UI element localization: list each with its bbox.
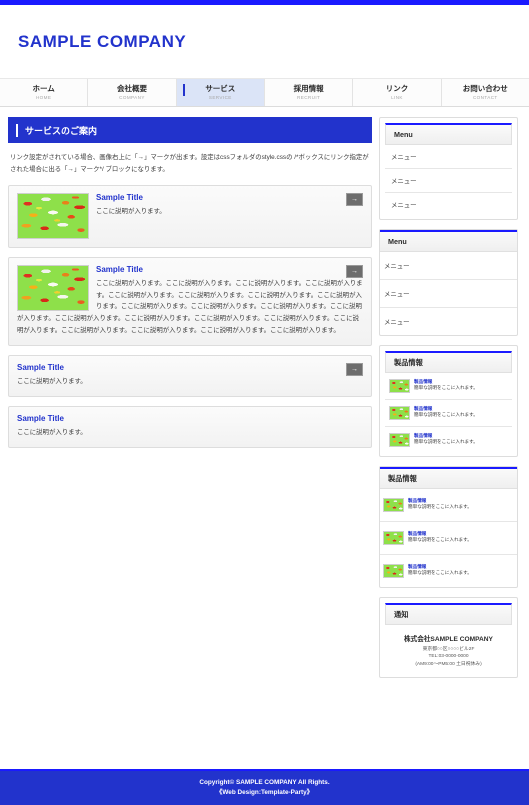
product-description: 簡単な説明をここに入れます。 [414, 384, 478, 390]
nav-item-home[interactable]: ホーム HOME [0, 79, 89, 106]
company-address: 東京都○○区○○○○ビル2F [422, 647, 475, 652]
sidebar-heading: 製品情報 [385, 351, 512, 373]
product-body: 製品情報 簡単な説明をここに入れます。 [414, 406, 508, 418]
product-body: 製品情報 簡単な説明をここに入れます。 [408, 498, 514, 510]
product-description: 簡単な説明をここに入れます。 [414, 411, 478, 417]
product-thumbnail-image [383, 564, 404, 578]
sidebar-menu-item[interactable]: メニュー [380, 280, 517, 308]
company-info: 株式会社SAMPLE COMPANY 東京都○○区○○○○ビル2F TEL:03… [385, 625, 512, 674]
main-column: サービスのご案内 リンク設定がされている場合、画像右上に「→」マークが出ます。設… [8, 117, 372, 457]
product-body: 製品情報 簡単な説明をここに入れます。 [408, 564, 514, 576]
nav-label-ja: ホーム [32, 84, 55, 94]
product-thumbnail-image [383, 531, 404, 545]
site-title[interactable]: SAMPLE COMPANY [18, 32, 186, 52]
nav-label-en: SERVICE [208, 94, 232, 100]
content-thumbnail-image [17, 264, 89, 311]
sidebar-product-box-1: 製品情報 製品情報 簡単な説明をここに入れます。 製品情報 簡単な説明をここに入… [379, 345, 518, 457]
product-list-item[interactable]: 製品情報 簡単な説明をここに入れます。 [380, 555, 517, 587]
product-body: 製品情報 簡単な説明をここに入れます。 [414, 379, 508, 391]
content-thumbnail-image [17, 192, 89, 239]
heading-accent-bar [16, 123, 18, 137]
webdesign-credit[interactable]: 《Web Design:Template-Party》 [216, 788, 313, 798]
nav-label-en: LINK [391, 94, 403, 100]
product-list-item[interactable]: 製品情報 簡単な説明をここに入れます。 [385, 427, 512, 453]
site-footer: Copyright© SAMPLE COMPANY All Rights. 《W… [0, 769, 529, 805]
product-body: 製品情報 簡単な説明をここに入れます。 [408, 531, 514, 543]
intro-paragraph: リンク設定がされている場合、画像右上に「→」マークが出ます。設定はcssフォルダ… [10, 154, 369, 173]
arrow-right-icon[interactable]: → [346, 362, 363, 376]
product-thumbnail-image [389, 379, 410, 393]
product-description: 簡単な説明をここに入れます。 [414, 438, 478, 444]
sidebar-heading: Menu [380, 230, 517, 252]
product-thumbnail-image [383, 498, 404, 512]
nav-item-contact[interactable]: お問い合わせ CONTACT [441, 79, 529, 106]
product-description: 簡単な説明をここに入れます。 [408, 536, 472, 542]
sidebar-menu-box-1: Menu メニュー メニュー メニュー [379, 117, 518, 220]
content-box[interactable]: → Sample Title ここに説明が入ります。ここに説明が入ります。ここに… [8, 256, 372, 346]
nav-label-en: CONTACT [472, 94, 498, 100]
nav-label-ja: 会社概要 [116, 84, 147, 94]
nav-label-ja: 採用情報 [293, 84, 324, 94]
nav-item-service[interactable]: サービス SERVICE [176, 79, 265, 106]
nav-item-company[interactable]: 会社概要 COMPANY [88, 79, 177, 106]
nav-label-en: COMPANY [119, 94, 145, 100]
nav-item-recruit[interactable]: 採用情報 RECRUIT [264, 79, 354, 106]
content-box[interactable]: → Sample Title ここに説明が入ります。 [8, 354, 372, 397]
company-hours: (AM9:00～PM5:00 土日祝休み) [415, 661, 482, 667]
product-list-item[interactable]: 製品情報 簡単な説明をここに入れます。 [380, 522, 517, 555]
nav-label-en: RECRUIT [297, 94, 321, 100]
product-description: 簡単な説明をここに入れます。 [408, 503, 472, 509]
sidebar-notice-box: 通知 株式会社SAMPLE COMPANY 東京都○○区○○○○ビル2F TEL… [379, 597, 518, 679]
sidebar-heading: 通知 [385, 603, 512, 625]
sidebar-menu-item[interactable]: メニュー [385, 193, 512, 216]
content-box-text: ここに説明が入ります。 [17, 428, 87, 436]
content-box-title[interactable]: Sample Title [17, 363, 363, 372]
product-thumbnail-image [389, 406, 410, 420]
arrow-right-icon[interactable]: → [346, 192, 363, 206]
copyright-line: Copyright© SAMPLE COMPANY All Rights. [199, 779, 330, 787]
nav-label-ja: サービス [205, 84, 236, 94]
product-list-item[interactable]: 製品情報 簡単な説明をここに入れます。 [380, 489, 517, 522]
product-body: 製品情報 簡単な説明をここに入れます。 [414, 433, 508, 445]
sidebar-menu-item[interactable]: メニュー [380, 308, 517, 335]
product-list-item[interactable]: 製品情報 簡単な説明をここに入れます。 [385, 400, 512, 427]
sidebar-menu-item[interactable]: メニュー [385, 145, 512, 169]
content-box-text: ここに説明が入ります。 [17, 377, 87, 385]
content-box-title[interactable]: Sample Title [17, 414, 363, 423]
product-description: 簡単な説明をここに入れます。 [408, 569, 472, 575]
sidebar-menu-item[interactable]: メニュー [380, 252, 517, 280]
content-box[interactable]: Sample Title ここに説明が入ります。 [8, 405, 372, 448]
page-title: サービスのご案内 [8, 117, 372, 143]
sidebar-heading: Menu [385, 123, 512, 145]
sidebar-menu-item[interactable]: メニュー [385, 169, 512, 193]
nav-item-link[interactable]: リンク LINK [353, 79, 442, 106]
nav-label-ja: お問い合わせ [462, 84, 508, 94]
company-tel: TEL:03-0000-0000 [428, 654, 469, 660]
sidebar-heading: 製品情報 [380, 467, 517, 489]
content-box[interactable]: → Sample Title ここに説明が入ります。 [8, 184, 372, 248]
company-name: 株式会社SAMPLE COMPANY [404, 636, 493, 643]
content-wrap: サービスのご案内 リンク設定がされている場合、画像右上に「→」マークが出ます。設… [0, 107, 529, 687]
sidebar-menu-box-2: Menu メニュー メニュー メニュー [379, 229, 518, 336]
arrow-right-icon[interactable]: → [346, 264, 363, 278]
nav-label-ja: リンク [385, 84, 409, 94]
product-list-item[interactable]: 製品情報 簡単な説明をここに入れます。 [385, 373, 512, 400]
sidebar: Menu メニュー メニュー メニュー Menu メニュー メニュー メニュー … [379, 117, 518, 687]
site-header: SAMPLE COMPANY [0, 5, 529, 79]
nav-label-en: HOME [35, 94, 52, 100]
page-title-text: サービスのご案内 [25, 125, 98, 136]
global-navigation: ホーム HOME 会社概要 COMPANY サービス SERVICE 採用情報 … [0, 79, 529, 107]
product-thumbnail-image [389, 433, 410, 447]
sidebar-product-box-2: 製品情報 製品情報 簡単な説明をここに入れます。 製品情報 簡単な説明をここに入… [379, 466, 518, 588]
